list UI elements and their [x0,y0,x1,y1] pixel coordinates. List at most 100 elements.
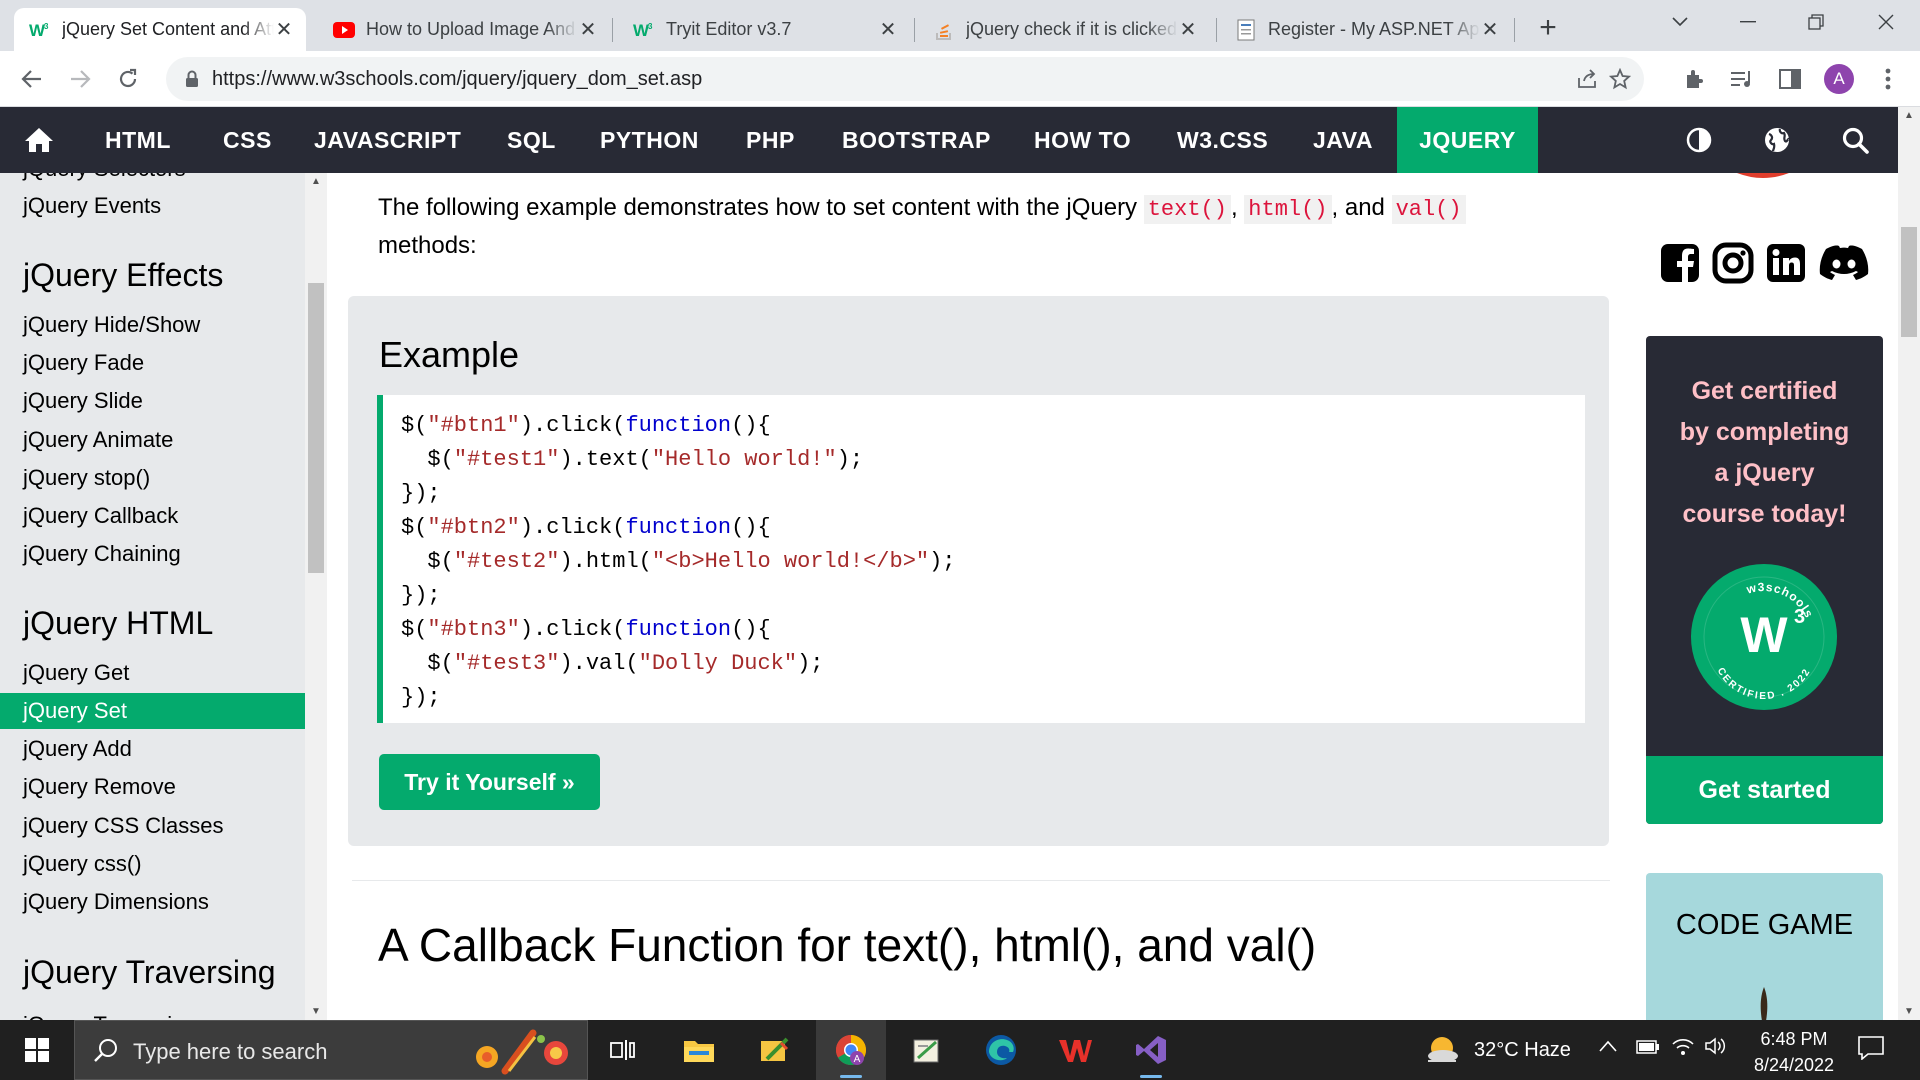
share-icon[interactable] [1574,65,1602,93]
instagram-icon[interactable] [1711,241,1755,285]
sidebar-item-remove[interactable]: jQuery Remove [0,769,305,805]
restore-button[interactable] [1782,0,1850,44]
chrome-icon[interactable]: A [816,1020,886,1080]
sidebar-item-add[interactable]: jQuery Add [0,731,305,767]
sidebar-item-chaining[interactable]: jQuery Chaining [0,536,305,572]
nav-css[interactable]: CSS [223,107,272,173]
nav-python[interactable]: PYTHON [600,107,699,173]
tab-separator [914,18,915,42]
sidebar-item-callback[interactable]: jQuery Callback [0,498,305,534]
close-icon[interactable]: ✕ [274,17,294,42]
tab-jquery-set[interactable]: W3 jQuery Set Content and Attributes ✕ [14,8,306,51]
sidebar-item-hide-show[interactable]: jQuery Hide/Show [0,307,305,343]
close-icon[interactable]: ✕ [1480,17,1500,42]
sidebar-item-get[interactable]: jQuery Get [0,655,305,691]
sidebar-item-events[interactable]: jQuery Events [0,188,305,224]
taskbar-search-box[interactable]: Type here to search [74,1020,588,1080]
tab-search-button[interactable] [1646,0,1714,44]
minimize-button[interactable] [1714,0,1782,44]
close-icon[interactable]: ✕ [878,17,898,42]
nav-jquery[interactable]: JQUERY [1397,107,1538,173]
close-icon[interactable]: ✕ [1178,17,1198,42]
sidebar-item-slide[interactable]: jQuery Slide [0,383,305,419]
star-icon[interactable] [1606,65,1634,93]
side-panel-icon[interactable] [1774,63,1806,95]
lock-icon[interactable] [178,65,206,93]
file-explorer-icon[interactable] [664,1020,734,1080]
sidebar-item-selectors[interactable]: jQuery Selectors [0,173,305,187]
wifi-icon[interactable] [1672,1036,1694,1062]
page-scroll-thumb[interactable] [1901,227,1917,337]
scroll-down-icon[interactable]: ▼ [311,1006,321,1017]
discord-icon[interactable] [1816,241,1872,285]
volume-icon[interactable] [1704,1036,1726,1062]
rocket-image [1754,987,1774,1020]
media-queue-icon[interactable] [1726,63,1758,95]
sidebar-item-dimensions[interactable]: jQuery Dimensions [0,884,305,920]
tab-tryit-editor[interactable]: W3 Tryit Editor v3.7 ✕ [618,8,910,51]
reload-button[interactable] [110,61,146,97]
nav-javascript[interactable]: JAVASCRIPT [314,107,461,173]
chevron-up-icon[interactable] [1599,1036,1617,1057]
inline-code: html() [1244,195,1332,224]
nav-html[interactable]: HTML [105,107,171,173]
search-icon[interactable] [1830,107,1880,173]
facebook-icon[interactable] [1658,241,1702,285]
tab-youtube-upload[interactable]: How to Upload Image And Save ✕ [318,8,610,51]
task-view-icon[interactable] [588,1020,658,1080]
home-icon[interactable] [14,107,64,173]
nav-php[interactable]: PHP [746,107,795,173]
code-line: }); [401,685,441,710]
nav-how-to[interactable]: HOW TO [1034,107,1131,173]
nav-sql[interactable]: SQL [507,107,556,173]
tab-stackoverflow[interactable]: jQuery check if it is clicked ✕ [918,8,1210,51]
back-button[interactable] [14,61,50,97]
sidebar-scroll-thumb[interactable] [308,283,324,573]
scroll-up-icon[interactable]: ▲ [1904,110,1914,121]
get-started-button[interactable]: Get started [1646,756,1883,824]
profile-avatar[interactable]: A [1824,64,1854,94]
svg-text:W: W [1740,607,1788,663]
scroll-down-icon[interactable]: ▼ [1904,1006,1914,1017]
sidebar-item-animate[interactable]: jQuery Animate [0,422,305,458]
close-icon[interactable]: ✕ [578,17,598,42]
scroll-up-icon[interactable]: ▲ [311,176,321,187]
dark-mode-icon[interactable] [1674,107,1724,173]
new-tab-button[interactable]: + [1530,10,1566,46]
linkedin-icon[interactable] [1764,241,1808,285]
nav-w3css[interactable]: W3.CSS [1177,107,1268,173]
weather-icon[interactable] [1424,1032,1460,1073]
intro-paragraph: The following example demonstrates how t… [378,190,1578,264]
sidebar-item-stop[interactable]: jQuery stop() [0,460,305,496]
battery-icon[interactable] [1636,1038,1660,1061]
try-it-yourself-button[interactable]: Try it Yourself » [379,754,600,810]
sidebar-item-traversing[interactable]: jQuery Traversing [0,1007,305,1020]
certification-ad: Get certified by completing a jQuery cou… [1646,336,1883,824]
page-scrollbar[interactable]: ▲ ▼ [1898,107,1920,1020]
wps-office-icon[interactable] [1040,1020,1110,1080]
extensions-icon[interactable] [1678,63,1710,95]
tab-register-aspnet[interactable]: Register - My ASP.NET Application ✕ [1220,8,1512,51]
weather-text[interactable]: 32°C Haze [1474,1039,1571,1062]
sidebar-item-css[interactable]: jQuery css() [0,846,305,882]
forward-button[interactable] [62,61,98,97]
notification-icon[interactable] [1858,1036,1884,1066]
nav-bootstrap[interactable]: BOOTSTRAP [842,107,991,173]
kebab-menu-icon[interactable] [1872,63,1904,95]
close-window-button[interactable] [1852,0,1920,44]
edge-icon[interactable] [966,1020,1036,1080]
nav-java[interactable]: JAVA [1313,107,1373,173]
sidebar-scrollbar[interactable]: ▲ ▼ [305,173,327,1020]
sidebar-item-fade[interactable]: jQuery Fade [0,345,305,381]
sidebar-item-set[interactable]: jQuery Set [0,693,305,729]
code-line: $("#test1").text("Hello world!"); [401,447,864,472]
address-bar[interactable]: https://www.w3schools.com/jquery/jquery_… [166,57,1644,101]
visual-studio-icon[interactable] [1116,1020,1186,1080]
notepad-app-icon[interactable] [892,1020,962,1080]
clock[interactable]: 6:48 PM 8/24/2022 [1748,1026,1840,1078]
sticky-app-icon[interactable] [740,1020,810,1080]
code-game-ad[interactable]: CODE GAME [1646,873,1883,1020]
globe-icon[interactable] [1752,107,1802,173]
sidebar-item-css-classes[interactable]: jQuery CSS Classes [0,808,305,844]
windows-start-icon[interactable] [2,1020,72,1080]
